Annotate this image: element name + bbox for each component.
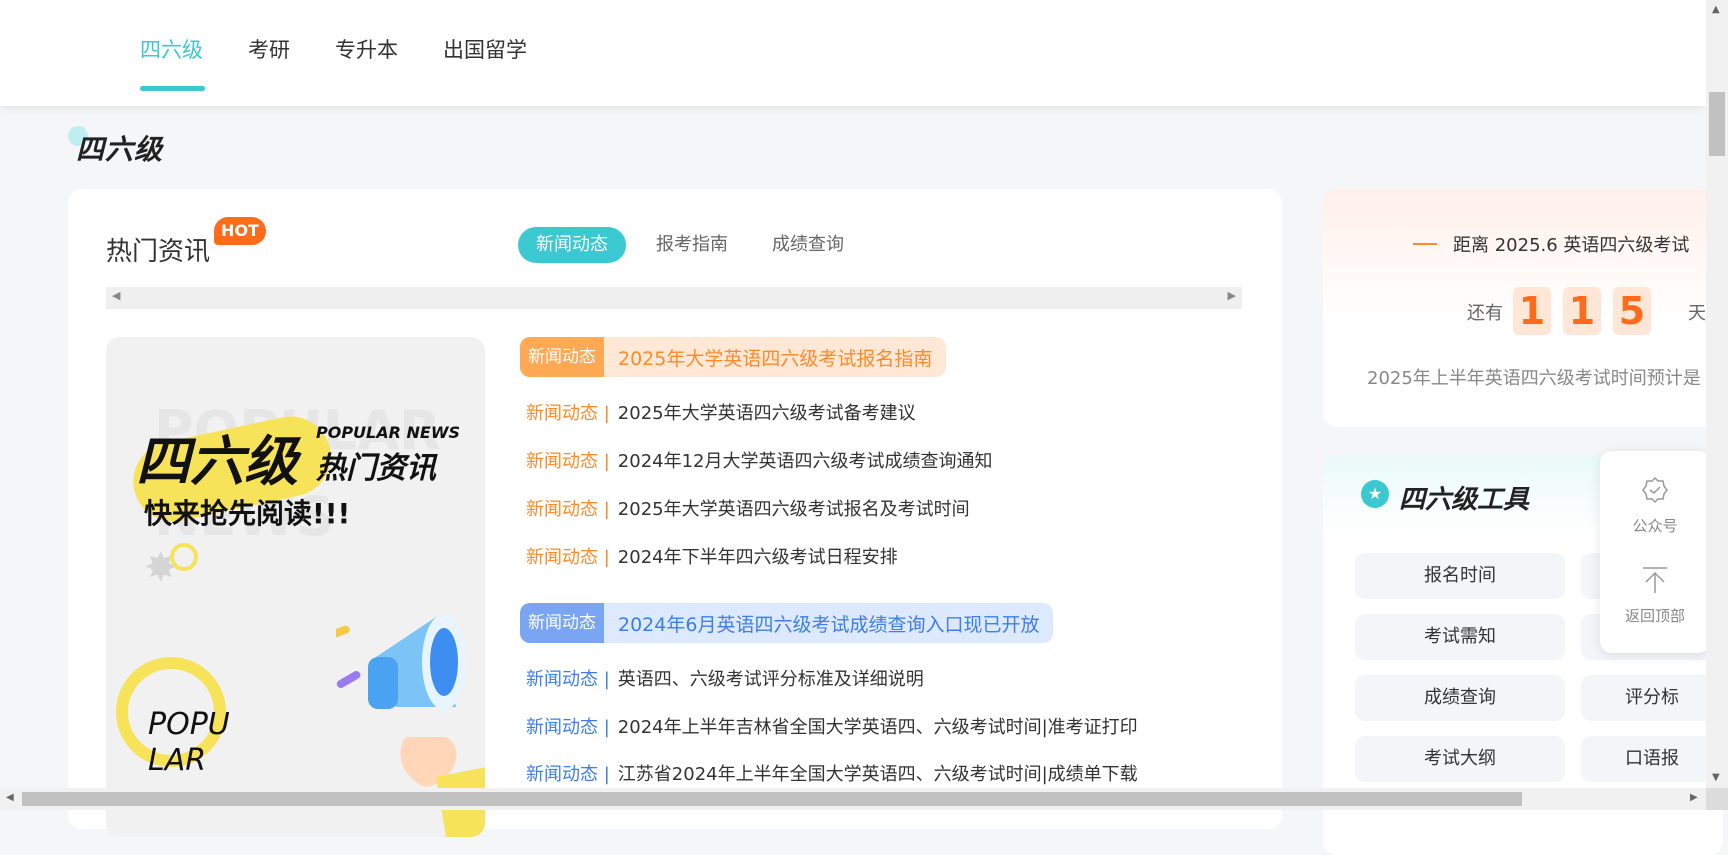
list-item[interactable]: 新闻动态 | 2024年上半年吉林省全国大学英语四、六级考试时间|准考证打印 [526, 713, 1138, 739]
promo-image[interactable]: POPULAR NEWS 四六级 POPULAR NEWS 热门资讯 快来抢先阅… [106, 337, 485, 837]
wechat-badge-icon[interactable] [1640, 475, 1670, 505]
countdown-digit: 1 [1563, 287, 1601, 335]
tab-zhuanshengben[interactable]: 专升本 [335, 34, 398, 64]
vertical-scrollbar[interactable]: ▲ ▼ [1706, 0, 1728, 788]
tool-button[interactable]: 成绩查询 [1355, 675, 1565, 721]
list-item[interactable]: 新闻动态 | 2024年下半年四六级考试日程安排 [526, 543, 898, 569]
news-tab-chengji[interactable]: 成绩查询 [764, 227, 852, 263]
tools-title: 四六级工具 [1399, 485, 1530, 515]
headline-text: 2025年大学英语四六级考试报名指南 [618, 347, 933, 370]
scrollbar-corner [1706, 788, 1728, 810]
scroll-down-arrow-icon[interactable]: ▼ [1712, 772, 1720, 783]
float-panel: 公众号 返回顶部 [1600, 451, 1710, 653]
news-tab-baokao[interactable]: 报考指南 [648, 227, 736, 263]
scroll-right-arrow-icon[interactable]: ▶ [1690, 792, 1698, 803]
tab-kaoyan[interactable]: 考研 [248, 34, 290, 64]
horizontal-scrollbar[interactable]: ◀ ▶ [0, 788, 1706, 810]
news-card: 热门资讯 HOT 新闻动态 报考指南 成绩查询 ◀ ▶ POPULAR NEWS… [68, 189, 1282, 837]
countdown-title: 距离 2025.6 英语四六级考试 [1453, 235, 1690, 256]
promo-subtitle: 快来抢先阅读!!! [144, 497, 351, 530]
promo-ring-small [170, 543, 198, 571]
scroll-left-arrow-icon[interactable]: ◀ [6, 792, 14, 803]
news-title: 热门资讯 [106, 237, 211, 267]
list-item[interactable]: 新闻动态 | 2025年大学英语四六级考试备考建议 [526, 399, 916, 425]
promo-big-title: 四六级 [136, 430, 298, 493]
horizontal-scroll-thumb[interactable] [22, 792, 1522, 806]
countdown-note: 2025年上半年英语四六级考试时间预计是 [1367, 368, 1701, 389]
promo-en-title: POPULAR NEWS [316, 423, 461, 442]
star-badge-icon: ★ [1361, 480, 1389, 508]
scroll-right-arrow-icon[interactable]: ▶ [1228, 289, 1236, 302]
scroll-left-arrow-icon[interactable]: ◀ [112, 289, 120, 302]
list-item[interactable]: 新闻动态 | 英语四、六级考试评分标准及详细说明 [526, 665, 924, 691]
tab-siliuji[interactable]: 四六级 [140, 34, 203, 64]
list-item[interactable]: 新闻动态 | 2024年12月大学英语四六级考试成绩查询通知 [526, 447, 993, 473]
headline-tag: 新闻动态 [520, 337, 604, 377]
vertical-scroll-thumb[interactable] [1709, 92, 1725, 156]
promo-cn-title: 热门资讯 [316, 451, 436, 486]
title-dash [1413, 243, 1437, 245]
back-to-top-label[interactable]: 返回顶部 [1600, 605, 1710, 626]
countdown-digit: 1 [1513, 287, 1551, 335]
news-tab-xinwen[interactable]: 新闻动态 [518, 227, 626, 263]
tool-button[interactable]: 评分标 [1581, 675, 1723, 721]
countdown-digit: 5 [1613, 287, 1651, 335]
tool-button[interactable]: 考试大纲 [1355, 736, 1565, 782]
scroll-up-arrow-icon[interactable]: ▲ [1712, 4, 1720, 15]
headline-text: 2024年6月英语四六级考试成绩查询入口现已开放 [618, 613, 1040, 636]
countdown-card: 距离 2025.6 英语四六级考试 还有 1 1 5 天 2025年上半年英语四… [1323, 189, 1723, 427]
top-nav: 四六级 考研 专升本 出国留学 [0, 0, 1706, 106]
countdown-unit: 天 [1688, 303, 1706, 324]
back-to-top-icon[interactable] [1640, 565, 1670, 595]
headline-orange[interactable]: 新闻动态 2025年大学英语四六级考试报名指南 [520, 337, 947, 377]
headline-blue[interactable]: 新闻动态 2024年6月英语四六级考试成绩查询入口现已开放 [520, 603, 1054, 643]
tool-button[interactable]: 口语报 [1581, 736, 1723, 782]
list-item[interactable]: 新闻动态 | 2025年大学英语四六级考试报名及考试时间 [526, 495, 970, 521]
promo-popu-text: POPU LAR [148, 707, 230, 778]
wechat-label[interactable]: 公众号 [1600, 515, 1710, 536]
tab-scrollbar[interactable]: ◀ ▶ [106, 287, 1242, 309]
hot-badge: HOT [214, 217, 266, 245]
headline-tag: 新闻动态 [520, 603, 604, 643]
tool-button[interactable]: 考试需知 [1355, 614, 1565, 660]
tab-chuguo[interactable]: 出国留学 [443, 34, 527, 64]
countdown-left-label: 还有 [1467, 303, 1503, 324]
section-title: 四六级 [76, 133, 164, 166]
active-tab-underline [140, 86, 205, 91]
list-item[interactable]: 新闻动态 | 江苏省2024年上半年全国大学英语四、六级考试时间|成绩单下载 [526, 760, 1138, 786]
tool-button[interactable]: 报名时间 [1355, 553, 1565, 599]
